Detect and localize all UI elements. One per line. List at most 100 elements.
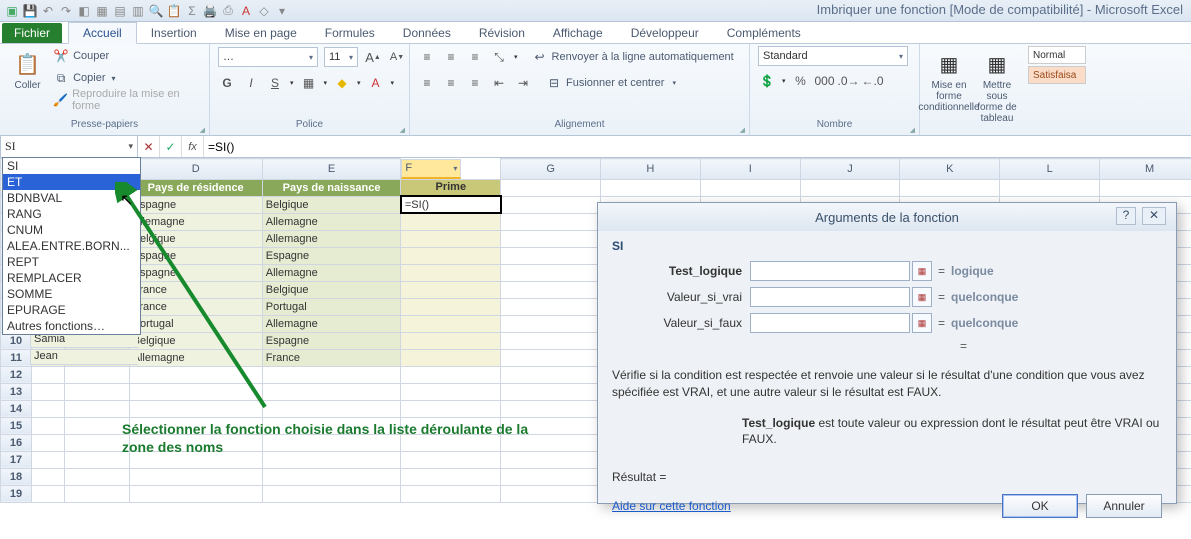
tab-formulas[interactable]: Formules — [311, 23, 389, 43]
cell[interactable] — [129, 400, 262, 417]
shrink-font-icon[interactable]: A▼ — [388, 48, 406, 66]
table-header-cell[interactable]: Pays de naissance — [262, 179, 401, 196]
tab-view[interactable]: Affichage — [539, 23, 617, 43]
cell[interactable] — [262, 366, 401, 383]
col-header[interactable]: K — [900, 159, 1000, 180]
conditional-format-button[interactable]: ▦ Mise en forme conditionnelle — [928, 46, 970, 113]
cell[interactable] — [32, 366, 65, 383]
tab-data[interactable]: Données — [389, 23, 465, 43]
cell[interactable]: Allemagne — [129, 349, 262, 366]
cell[interactable] — [401, 383, 501, 400]
cell[interactable] — [501, 213, 601, 230]
cell[interactable] — [401, 281, 501, 298]
arg-input[interactable] — [750, 313, 910, 333]
range-picker-button[interactable]: ▦ — [912, 313, 932, 333]
name-box-option[interactable]: ALEA.ENTRE.BORN... — [3, 238, 140, 254]
cell[interactable] — [401, 332, 501, 349]
cell[interactable]: Belgique — [262, 281, 401, 298]
row-header[interactable]: 15 — [1, 417, 32, 434]
cell[interactable] — [262, 468, 401, 485]
col-header[interactable]: H — [601, 159, 701, 180]
tab-review[interactable]: Révision — [465, 23, 539, 43]
cell[interactable] — [401, 264, 501, 281]
range-picker-button[interactable]: ▦ — [912, 287, 932, 307]
name-box[interactable]: SI ▾ — [0, 136, 138, 157]
align-bottom-icon[interactable]: ≡ — [466, 48, 484, 66]
qat-icon[interactable]: ◧ — [76, 3, 92, 19]
col-header[interactable]: E — [262, 159, 401, 180]
merge-center-button[interactable]: ⊟Fusionner et centrer▾ — [546, 73, 676, 93]
cell[interactable]: Espagne — [129, 247, 262, 264]
name-box-option[interactable]: EPURAGE — [3, 302, 140, 318]
formula-input[interactable] — [204, 136, 1191, 157]
cell[interactable] — [401, 349, 501, 366]
cell[interactable]: Espagne — [129, 196, 262, 213]
style-normal[interactable]: Normal — [1028, 46, 1086, 64]
cell[interactable] — [1000, 179, 1100, 196]
cell[interactable] — [501, 400, 601, 417]
cell[interactable] — [501, 485, 601, 502]
cell[interactable] — [401, 485, 501, 502]
dialog-help-button[interactable]: ? — [1116, 207, 1136, 225]
col-header[interactable]: M — [1100, 159, 1191, 180]
cell[interactable] — [1100, 179, 1191, 196]
cell[interactable]: Portugal — [262, 298, 401, 315]
dec-decimals-icon[interactable]: ←.0 — [864, 72, 882, 90]
align-top-icon[interactable]: ≡ — [418, 48, 436, 66]
cell[interactable] — [501, 332, 601, 349]
cell[interactable] — [401, 298, 501, 315]
format-painter-button[interactable]: 🖌️Reproduire la mise en forme — [53, 90, 201, 110]
row-header[interactable]: 17 — [1, 451, 32, 468]
qat-icon[interactable]: 🔍 — [148, 3, 164, 19]
row-header[interactable]: 13 — [1, 383, 32, 400]
tab-addins[interactable]: Compléments — [713, 23, 815, 43]
range-picker-button[interactable]: ▦ — [912, 261, 932, 281]
cell[interactable] — [501, 179, 601, 196]
cut-button[interactable]: ✂️Couper — [53, 46, 201, 66]
cell[interactable]: Espagne — [129, 264, 262, 281]
bold-button[interactable]: G — [218, 74, 236, 92]
align-left-icon[interactable]: ≡ — [418, 74, 436, 92]
align-center-icon[interactable]: ≡ — [442, 74, 460, 92]
border-button[interactable]: ▦ — [300, 74, 318, 92]
name-box-option[interactable]: Autres fonctions… — [3, 318, 140, 334]
cell[interactable] — [32, 400, 65, 417]
dialog-title-bar[interactable]: Arguments de la fonction ? ✕ — [598, 203, 1176, 231]
col-header[interactable]: I — [700, 159, 800, 180]
col-header[interactable]: J — [800, 159, 900, 180]
cell[interactable] — [65, 434, 129, 451]
cell[interactable] — [501, 281, 601, 298]
dialog-close-button[interactable]: ✕ — [1142, 207, 1166, 225]
tab-insert[interactable]: Insertion — [137, 23, 211, 43]
cell[interactable] — [700, 179, 800, 196]
cancel-formula-button[interactable]: ✕ — [138, 136, 160, 157]
cell[interactable]: Allemagne — [262, 213, 401, 230]
cell[interactable] — [129, 468, 262, 485]
indent-inc-icon[interactable]: ⇥ — [514, 74, 532, 92]
tab-file[interactable]: Fichier — [2, 23, 62, 43]
cell[interactable] — [262, 400, 401, 417]
cell[interactable]: Allemagne — [262, 230, 401, 247]
cell[interactable] — [32, 383, 65, 400]
cell[interactable] — [601, 179, 701, 196]
cell[interactable] — [401, 213, 501, 230]
cell[interactable] — [32, 417, 65, 434]
grow-font-icon[interactable]: A▲ — [364, 48, 382, 66]
align-right-icon[interactable]: ≡ — [466, 74, 484, 92]
percent-icon[interactable]: % — [792, 72, 810, 90]
col-header[interactable]: D — [129, 159, 262, 180]
cell[interactable] — [32, 468, 65, 485]
cell[interactable] — [65, 366, 129, 383]
cell[interactable] — [401, 366, 501, 383]
indent-dec-icon[interactable]: ⇤ — [490, 74, 508, 92]
cell[interactable] — [32, 434, 65, 451]
wrap-text-button[interactable]: ↩Renvoyer à la ligne automatiquement — [532, 47, 734, 67]
arg-input[interactable] — [750, 287, 910, 307]
cell[interactable] — [65, 451, 129, 468]
currency-icon[interactable]: 💲 — [758, 72, 776, 90]
align-middle-icon[interactable]: ≡ — [442, 48, 460, 66]
name-box-dropdown-icon[interactable]: ▾ — [128, 141, 133, 152]
orientation-icon[interactable]: ⤡ — [490, 48, 508, 66]
col-header[interactable]: L — [1000, 159, 1100, 180]
cell[interactable]: France — [129, 281, 262, 298]
